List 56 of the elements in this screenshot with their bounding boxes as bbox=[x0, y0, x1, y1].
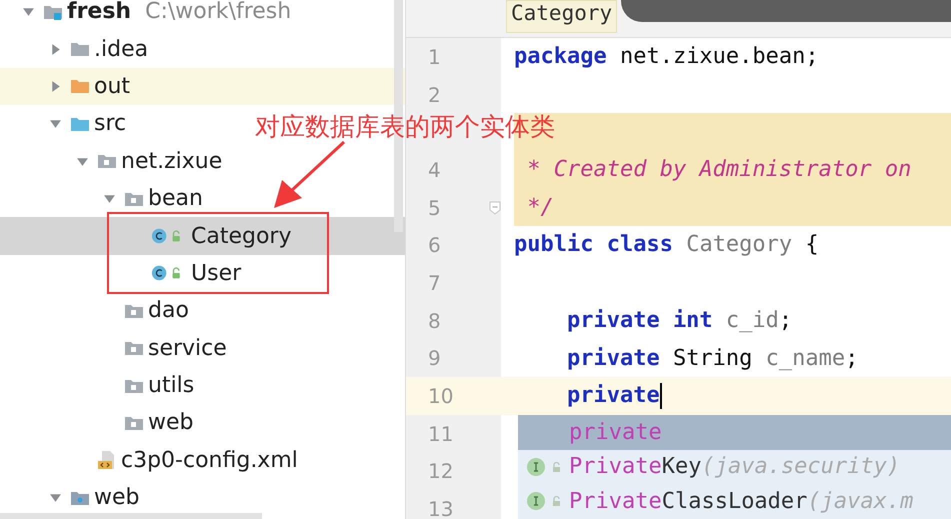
tree-item-label: web bbox=[148, 410, 194, 436]
tree-item-label: out bbox=[94, 74, 130, 99]
tree-item-label: web bbox=[94, 485, 140, 510]
completion-item[interactable]: PrivateClassLoader(javax.m bbox=[518, 484, 951, 518]
line-number: 7 bbox=[428, 270, 441, 295]
module-path: C:\work\fresh bbox=[145, 0, 292, 24]
scrollbar[interactable] bbox=[0, 513, 262, 519]
line-number: 8 bbox=[428, 308, 441, 333]
code-line: private String c_name; bbox=[566, 344, 858, 372]
code-line: public class Category { bbox=[514, 231, 819, 260]
tree-item[interactable]: dao bbox=[0, 292, 195, 330]
tree-item[interactable]: User bbox=[0, 254, 248, 292]
line-number: 4 bbox=[428, 158, 441, 182]
tree-item[interactable]: bean bbox=[0, 180, 209, 218]
line-number: 2 bbox=[428, 82, 441, 107]
tree-item-label: src bbox=[94, 111, 126, 136]
completion-item[interactable]: PrivateKey(java.security) bbox=[518, 450, 951, 484]
tree-item-label: utils bbox=[148, 373, 194, 398]
code-line: private int c_id; bbox=[566, 306, 792, 335]
tree-item[interactable]: Category bbox=[0, 217, 405, 255]
tree-item-label: Category bbox=[191, 224, 292, 249]
tree-item[interactable]: web bbox=[0, 479, 146, 516]
line-number: 10 bbox=[428, 384, 454, 408]
tree-item-label: User bbox=[191, 260, 242, 286]
tree-item[interactable]: src bbox=[0, 105, 132, 143]
line-number: 13 bbox=[428, 497, 454, 519]
line-number: 6 bbox=[428, 233, 441, 258]
tree-item[interactable]: fresh C:\work\fresh bbox=[0, 0, 298, 30]
tree-item-label: fresh bbox=[67, 0, 132, 24]
tree-item[interactable]: net.zixue bbox=[0, 142, 228, 180]
tree-item-label: dao bbox=[148, 298, 189, 324]
line-number: 9 bbox=[428, 346, 441, 370]
code-line: package net.zixue.bean; bbox=[514, 43, 819, 71]
tree-item-label: net.zixue bbox=[121, 148, 222, 174]
line-number: 1 bbox=[428, 44, 441, 69]
tree-item-label: c3p0-config.xml bbox=[121, 448, 298, 473]
text-cursor bbox=[660, 383, 662, 410]
line-number: 11 bbox=[428, 422, 454, 446]
code-line: private bbox=[566, 382, 660, 410]
fold-icon[interactable] bbox=[489, 200, 501, 216]
tree-item[interactable]: utils bbox=[0, 366, 200, 404]
line-number: 12 bbox=[428, 459, 454, 484]
editor-tab[interactable]: Category bbox=[506, 0, 618, 33]
tree-item-label: .idea bbox=[94, 36, 148, 62]
code-line: */ bbox=[526, 194, 554, 222]
tree-item[interactable]: service bbox=[0, 330, 233, 367]
annotation-text: 对应数据库表的两个实体类 bbox=[255, 111, 555, 143]
tree-item[interactable]: .idea bbox=[0, 30, 154, 68]
tree-item[interactable]: out bbox=[0, 68, 405, 106]
tree-item-label: bean bbox=[148, 186, 203, 212]
tree-item[interactable]: c3p0-config.xml bbox=[0, 442, 304, 480]
code-line: * Created by Administrator on bbox=[526, 156, 912, 184]
tree-item-label: service bbox=[148, 336, 227, 361]
xml-file-icon bbox=[97, 450, 117, 470]
line-number: 5 bbox=[428, 196, 441, 220]
tree-item[interactable]: web bbox=[0, 404, 200, 442]
